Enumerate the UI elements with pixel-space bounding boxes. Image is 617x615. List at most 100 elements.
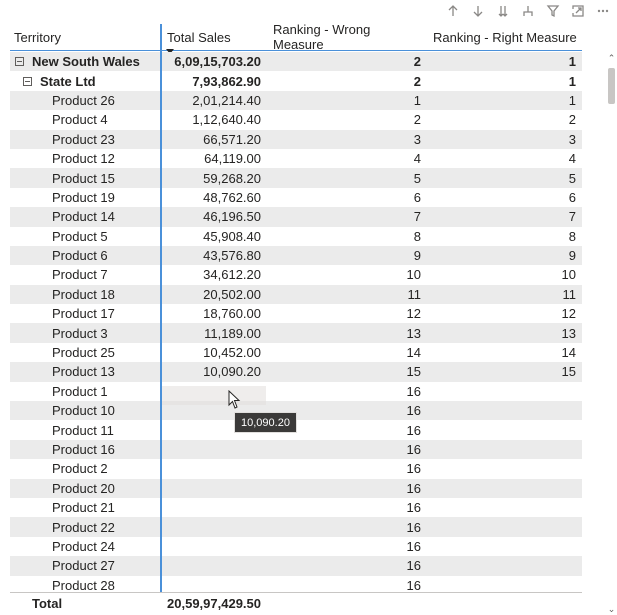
cell-ranking-wrong: 3 xyxy=(413,131,421,147)
cell-territory-label: Product 23 xyxy=(52,131,115,147)
table-row[interactable]: Product 4 1,12,640.40 2 2 xyxy=(10,110,582,129)
header-territory[interactable]: Territory xyxy=(10,24,161,50)
cell-total-sales: 59,268.20 xyxy=(203,170,261,186)
cell-territory-label: New South Wales xyxy=(32,54,140,70)
double-arrow-down-icon[interactable] xyxy=(490,0,515,22)
total-wrong-value xyxy=(267,593,427,614)
filter-icon[interactable] xyxy=(540,0,565,22)
table-row[interactable]: Product 22 16 xyxy=(10,517,582,537)
cell-territory-label: Product 20 xyxy=(52,480,115,496)
cell-ranking-right: 1 xyxy=(568,54,576,70)
cell-ranking-wrong: 16 xyxy=(406,461,421,477)
cell-territory: State Ltd xyxy=(10,71,161,90)
header-ranking-wrong[interactable]: Ranking - Wrong Measure xyxy=(267,22,427,52)
cell-territory-label: Product 4 xyxy=(52,112,108,128)
cell-territory: Product 22 xyxy=(10,517,161,536)
arrow-up-icon[interactable] xyxy=(440,0,465,22)
cell-territory-label: Product 18 xyxy=(52,286,115,302)
cell-ranking-wrong: 2 xyxy=(413,112,421,128)
cell-total-sales: 43,576.80 xyxy=(203,248,261,264)
table-row[interactable]: Product 27 16 xyxy=(10,556,582,576)
cell-ranking-right xyxy=(427,459,582,478)
cell-total-sales xyxy=(161,479,267,498)
cell-total-sales: 45,908.40 xyxy=(203,228,261,244)
cell-ranking-wrong: 16 xyxy=(406,442,421,457)
vertical-scrollbar[interactable]: ⌃ ⌄ xyxy=(606,52,617,614)
cell-ranking-right: 6 xyxy=(568,189,576,205)
cell-total-sales xyxy=(161,459,267,478)
cell-ranking-wrong: 15 xyxy=(406,364,421,380)
cell-ranking-right xyxy=(427,517,582,536)
cell-total-sales xyxy=(161,498,267,517)
table-row[interactable]: New South Wales 6,09,15,703.20 2 1 xyxy=(10,52,582,72)
table-row[interactable]: State Ltd 7,93,862.90 2 1 xyxy=(10,71,582,90)
header-total-sales[interactable]: Total Sales xyxy=(161,24,267,54)
cell-territory-label: Product 16 xyxy=(52,442,115,457)
cell-territory-label: Product 26 xyxy=(52,92,115,108)
cell-ranking-right xyxy=(427,479,582,498)
table-row[interactable]: Product 21 16 xyxy=(10,498,582,517)
total-sales-value: 20,59,97,429.50 xyxy=(167,596,261,611)
cell-ranking-wrong: 6 xyxy=(413,189,421,205)
table-row[interactable]: Product 7 34,612.20 10 10 xyxy=(10,265,582,284)
cell-ranking-right: 7 xyxy=(568,209,576,225)
table-row[interactable]: Product 15 59,268.20 5 5 xyxy=(10,168,582,188)
table-row[interactable]: Product 1 16 xyxy=(10,382,582,401)
table-row[interactable]: Product 5 45,908.40 8 8 xyxy=(10,227,582,246)
table-row[interactable]: Product 25 10,452.00 14 14 xyxy=(10,343,582,362)
cell-total-sales: 7,93,862.90 xyxy=(192,73,261,89)
column-divider xyxy=(160,24,162,611)
more-options-icon[interactable] xyxy=(590,0,615,22)
cell-ranking-right xyxy=(427,401,582,420)
cell-territory: New South Wales xyxy=(10,52,161,71)
table-row[interactable]: Product 3 11,189.00 13 13 xyxy=(10,323,582,343)
cell-territory-label: Product 3 xyxy=(52,325,108,341)
table-row[interactable]: Product 13 10,090.20 15 15 xyxy=(10,362,582,382)
cell-ranking-wrong: 16 xyxy=(406,538,421,554)
table-row[interactable]: Product 2 16 xyxy=(10,459,582,478)
cell-territory: Product 24 xyxy=(10,537,161,556)
table-row[interactable]: Product 14 46,196.50 7 7 xyxy=(10,207,582,227)
table-row[interactable]: Product 23 66,571.20 3 3 xyxy=(10,129,582,149)
cell-territory-label: Product 25 xyxy=(52,345,115,361)
collapse-icon[interactable] xyxy=(15,57,24,67)
cell-ranking-wrong: 16 xyxy=(406,500,421,516)
focus-mode-icon[interactable] xyxy=(565,0,590,22)
table-row[interactable]: Product 12 64,119.00 4 4 xyxy=(10,149,582,168)
cell-ranking-wrong: 16 xyxy=(406,558,421,574)
cell-ranking-right: 4 xyxy=(568,151,576,167)
cell-total-sales: 34,612.20 xyxy=(203,267,261,283)
total-right-value xyxy=(427,593,582,614)
cell-ranking-right xyxy=(427,420,582,439)
table-row[interactable]: Product 18 20,502.00 11 11 xyxy=(10,284,582,305)
cell-territory-label: Product 6 xyxy=(52,248,108,264)
cell-total-sales xyxy=(161,440,267,459)
table-row[interactable]: Product 16 16 xyxy=(10,439,582,460)
cell-territory-label: Product 15 xyxy=(52,170,115,186)
scroll-down-icon[interactable]: ⌄ xyxy=(607,604,616,614)
table-row[interactable]: Product 19 48,762.60 6 6 xyxy=(10,188,582,207)
table-row[interactable]: Product 17 18,760.00 12 12 xyxy=(10,304,582,323)
cell-ranking-right: 3 xyxy=(568,131,576,147)
table-row[interactable]: Product 20 16 xyxy=(10,478,582,498)
cell-total-sales: 10,452.00 xyxy=(203,345,261,361)
cell-total-sales: 64,119.00 xyxy=(204,151,261,167)
hovered-cell-highlight xyxy=(162,386,266,405)
cell-ranking-right: 2 xyxy=(568,112,576,128)
cell-territory: Product 18 xyxy=(10,285,161,304)
table-row[interactable]: Product 24 16 xyxy=(10,537,582,556)
collapse-icon[interactable] xyxy=(23,76,32,86)
cell-ranking-right: 15 xyxy=(561,364,576,380)
cell-territory: Product 16 xyxy=(10,440,161,459)
expand-hierarchy-icon[interactable] xyxy=(515,0,540,22)
cell-territory: Product 14 xyxy=(10,207,161,226)
table-row[interactable]: Product 6 43,576.80 9 9 xyxy=(10,245,582,266)
header-ranking-right[interactable]: Ranking - Right Measure xyxy=(427,24,582,50)
scrollbar-thumb[interactable] xyxy=(608,68,615,104)
cell-ranking-right: 13 xyxy=(561,325,576,341)
scroll-up-icon[interactable]: ⌃ xyxy=(607,53,616,63)
cell-territory: Product 19 xyxy=(10,188,161,207)
cell-territory-label: Product 17 xyxy=(52,306,115,322)
arrow-down-icon[interactable] xyxy=(465,0,490,22)
table-row[interactable]: Product 26 2,01,214.40 1 1 xyxy=(10,90,582,111)
